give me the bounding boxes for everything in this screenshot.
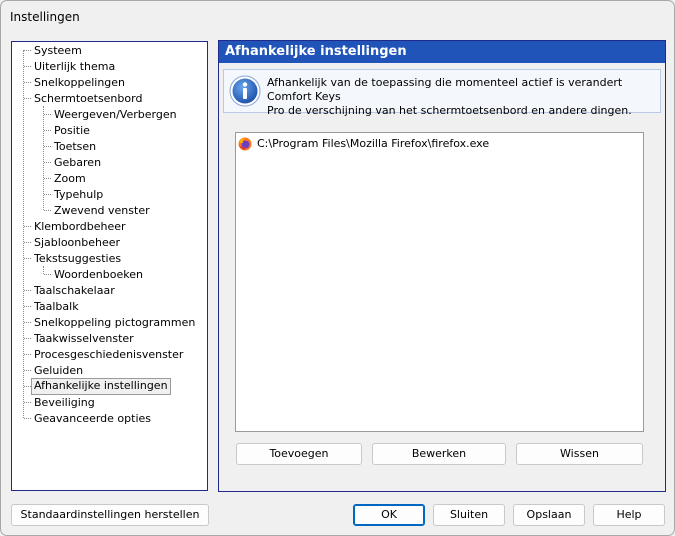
tree-line (24, 226, 31, 227)
tree-item-procesgeschiedenisvenster[interactable]: Procesgeschiedenisvenster (32, 347, 185, 362)
tree-line (24, 370, 31, 371)
tree-line (24, 82, 31, 83)
tree-item-toetsen[interactable]: Toetsen (52, 139, 98, 154)
tree-item-beveiliging[interactable]: Beveiliging (32, 395, 97, 410)
tree-item-sjabloonbeheer[interactable]: Sjabloonbeheer (32, 235, 122, 250)
tree-item-woordenboeken[interactable]: Woordenboeken (52, 267, 145, 282)
title-bar[interactable]: Instellingen (1, 1, 674, 33)
tree-line (24, 322, 31, 323)
add-button[interactable]: Toevoegen (236, 443, 362, 465)
info-line-2: Pro de verschijning van het schermtoetse… (267, 104, 632, 117)
tree-item-typehulp[interactable]: Typehulp (52, 187, 105, 202)
tree-line (24, 98, 31, 99)
close-button[interactable]: Sluiten (433, 504, 505, 526)
tree-line (44, 114, 51, 115)
tree-item-positie[interactable]: Positie (52, 123, 92, 138)
tree-line (44, 146, 51, 147)
tree-item-taalbalk[interactable]: Taalbalk (32, 299, 81, 314)
settings-tree[interactable]: Systeem Uiterlijk thema Snelkoppelingen … (11, 41, 208, 491)
info-box: Afhankelijk van de toepassing die moment… (223, 69, 661, 117)
tree-line (24, 50, 31, 51)
info-icon (229, 75, 261, 107)
tree-line (24, 418, 31, 419)
tree-line (24, 66, 31, 67)
tree-line (44, 178, 51, 179)
tree-item-snelkoppeling-pictogrammen[interactable]: Snelkoppeling pictogrammen (32, 315, 197, 330)
tree-line (24, 386, 31, 387)
tree-item-klembordbeheer[interactable]: Klembordbeheer (32, 219, 128, 234)
ok-button[interactable]: OK (353, 504, 425, 526)
window-title: Instellingen (10, 10, 80, 24)
tree-line (24, 306, 31, 307)
tree-line (24, 338, 31, 339)
tree-item-geluiden[interactable]: Geluiden (32, 363, 85, 378)
tree-line (23, 50, 24, 418)
settings-window: Instellingen Systeem Uiterlijk thema Sne… (0, 0, 675, 536)
panel-title: Afhankelijke instellingen (219, 41, 665, 63)
tree-line (44, 130, 51, 131)
tree-item-taakwisselvenster[interactable]: Taakwisselvenster (32, 331, 136, 346)
tree-line (44, 194, 51, 195)
save-button[interactable]: Opslaan (513, 504, 585, 526)
tree-line (24, 402, 31, 403)
settings-panel: Afhankelijke instellingen Afhankelijk va… (218, 40, 666, 492)
tree-item-zoom[interactable]: Zoom (52, 171, 88, 186)
tree-line (44, 274, 51, 275)
tree-line (44, 210, 51, 211)
info-text: Afhankelijk van de toepassing die moment… (267, 76, 657, 118)
tree-item-zwevend-venster[interactable]: Zwevend venster (52, 203, 152, 218)
tree-line (44, 162, 51, 163)
firefox-icon (238, 137, 252, 151)
reset-defaults-button[interactable]: Standaardinstellingen herstellen (11, 504, 209, 526)
list-item-label: C:\Program Files\Mozilla Firefox\firefox… (257, 137, 490, 150)
tree-item-systeem[interactable]: Systeem (32, 43, 84, 58)
tree-line (24, 354, 31, 355)
tree-line (24, 258, 31, 259)
edit-button[interactable]: Bewerken (372, 443, 506, 465)
tree-item-tekstsuggesties[interactable]: Tekstsuggesties (32, 251, 123, 266)
tree-item-snelkoppelingen[interactable]: Snelkoppelingen (32, 75, 127, 90)
tree-item-uiterlijk-thema[interactable]: Uiterlijk thema (32, 59, 117, 74)
tree-item-gebaren[interactable]: Gebaren (52, 155, 103, 170)
tree-item-schermtoetsenbord[interactable]: Schermtoetsenbord (32, 91, 144, 106)
help-button[interactable]: Help (593, 504, 665, 526)
delete-button[interactable]: Wissen (516, 443, 643, 465)
tree-item-taalschakelaar[interactable]: Taalschakelaar (32, 283, 117, 298)
tree-item-geavanceerde-opties[interactable]: Geavanceerde opties (32, 411, 153, 426)
info-line-1: Afhankelijk van de toepassing die moment… (267, 76, 623, 103)
application-list[interactable]: C:\Program Files\Mozilla Firefox\firefox… (235, 132, 644, 432)
tree-line (24, 290, 31, 291)
tree-item-weergeven-verbergen[interactable]: Weergeven/Verbergen (52, 107, 179, 122)
tree-line (43, 266, 44, 274)
tree-line (24, 242, 31, 243)
tree-item-afhankelijke-instellingen[interactable]: Afhankelijke instellingen (31, 378, 171, 395)
